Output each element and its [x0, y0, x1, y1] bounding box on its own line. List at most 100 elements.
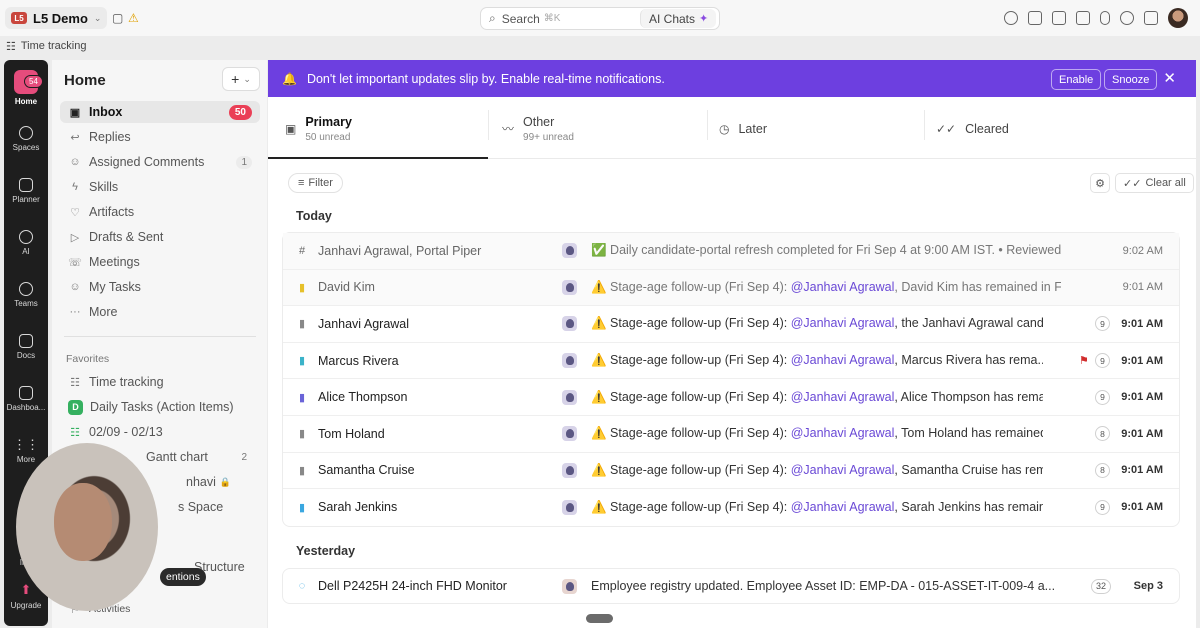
breadcrumb-label: Time tracking — [20, 40, 87, 52]
row-time: Sep 3 — [1133, 580, 1163, 592]
avatar — [562, 389, 577, 405]
rail-docs[interactable]: Docs — [4, 334, 48, 360]
clock-icon: ◷ — [719, 121, 730, 136]
alarm-icon[interactable] — [1120, 11, 1134, 25]
table-row[interactable]: # Janhavi Agrawal, Portal Piper ✅ Daily … — [283, 233, 1179, 270]
ai-chats-button[interactable]: AI Chats ✦ — [640, 9, 717, 28]
sidebar-item-more[interactable]: ··· More — [60, 301, 260, 323]
create-button[interactable]: + ⌄ — [222, 67, 260, 91]
rail-more[interactable]: ⋮⋮ More — [4, 438, 48, 465]
rail-home[interactable]: 54 Home — [4, 70, 48, 106]
notepad-icon[interactable] — [1052, 11, 1066, 25]
favorite-item-date-range[interactable]: ☷ 02/09 - 02/13 — [60, 421, 260, 443]
inbox-tabs: ▣ Primary 50 unread 〰 Other 99+ unread ◷… — [268, 98, 1196, 159]
inbox-tray-icon[interactable] — [1028, 11, 1042, 25]
tab-primary[interactable]: ▣ Primary 50 unread — [285, 98, 352, 159]
mention-link[interactable]: @Janhavi Agrawal — [791, 390, 895, 404]
sidebar-item-artifacts[interactable]: ♡ Artifacts — [60, 201, 260, 223]
avatar — [562, 316, 577, 332]
rail-ai[interactable]: AI — [4, 230, 48, 256]
clear-all-button[interactable]: ✓✓ Clear all — [1115, 173, 1194, 193]
tab-other[interactable]: 〰 Other 99+ unread — [502, 98, 574, 159]
settings-button[interactable]: ⚙ — [1090, 173, 1110, 193]
sidebar-item-my-tasks[interactable]: ☺ My Tasks — [60, 276, 260, 298]
webcam-overlay — [16, 443, 158, 611]
close-icon[interactable]: ✕ — [1163, 69, 1176, 87]
active-tab-indicator — [268, 157, 488, 159]
preview-text: ⚠️ Stage-age follow-up (Fri Sep 4): — [591, 316, 791, 331]
count-badge: 9 — [1095, 389, 1110, 405]
favorite-item-daily-tasks[interactable]: D Daily Tasks (Action Items) — [60, 396, 260, 418]
table-row[interactable]: ▮ David Kim ⚠️ Stage-age follow-up (Fri … — [283, 269, 1179, 307]
sidebar-item-inbox[interactable]: ▣ Inbox 50 — [60, 101, 260, 123]
table-row[interactable]: ▮ Tom Holand ⚠️ Stage-age follow-up (Fri… — [283, 416, 1179, 453]
row-preview: ⚠️ Stage-age follow-up (Fri Sep 4): @Jan… — [591, 316, 1043, 331]
clear-all-label: Clear all — [1145, 177, 1186, 189]
row-time: 9:01 AM — [1121, 501, 1163, 514]
preview-text: , the Janhavi Agrawal candi... — [894, 316, 1043, 331]
divider — [64, 336, 256, 337]
row-title: Dell P2425H 24-inch FHD Monitor — [318, 579, 507, 593]
preview-text: , Samantha Cruise has rema... — [894, 462, 1043, 477]
tab-later[interactable]: ◷ Later — [719, 98, 767, 159]
checklist-icon: ☷ — [70, 376, 80, 389]
row-time: 9:02 AM — [1122, 244, 1163, 257]
snooze-button[interactable]: Snooze — [1104, 69, 1158, 90]
sidebar-item-skills[interactable]: ϟ Skills — [60, 176, 260, 198]
row-preview: ⚠️ Stage-age follow-up (Fri Sep 4): @Jan… — [591, 463, 1043, 478]
warning-icon[interactable]: ⚠ — [128, 11, 139, 25]
notification-banner: 🔔 Don't let important updates slip by. E… — [268, 60, 1196, 97]
inbox-icon: ▣ — [69, 106, 81, 119]
table-row[interactable]: ▮ Samantha Cruise ⚠️ Stage-age follow-up… — [283, 453, 1179, 490]
sparkle-icon: ✦ — [699, 13, 709, 25]
sidebar-item-replies[interactable]: ↩ Replies — [60, 126, 260, 148]
rail-teams[interactable]: Teams — [4, 282, 48, 308]
favorite-item-time-tracking[interactable]: ☷ Time tracking — [60, 371, 260, 393]
row-preview: ⚠️ Stage-age follow-up (Fri Sep 4): @Jan… — [591, 500, 1043, 515]
mention-link[interactable]: @Janhavi Agrawal — [791, 500, 895, 514]
rail-label: Docs — [16, 351, 36, 360]
check-circle-icon[interactable] — [1004, 11, 1018, 25]
rail-label: AI — [22, 247, 30, 256]
tooltip: entions — [160, 568, 206, 586]
rail-planner[interactable]: Planner — [4, 178, 48, 204]
workspace-switcher[interactable]: L5 L5 Demo ⌄ — [5, 7, 108, 29]
mention-link[interactable]: @Janhavi Agrawal — [791, 353, 895, 367]
sidebar-title: Home — [64, 72, 106, 89]
row-time: 9:01 AM — [1121, 391, 1163, 404]
filter-button[interactable]: ≡ Filter — [288, 173, 343, 193]
resize-handle[interactable] — [586, 614, 613, 623]
table-row[interactable]: ▮ Sarah Jenkins ⚠️ Stage-age follow-up (… — [283, 489, 1179, 526]
sidebar-item-drafts-sent[interactable]: ▷ Drafts & Sent — [60, 226, 260, 248]
lightning-icon: ϟ — [72, 181, 78, 193]
calendar-icon[interactable]: ▢ — [112, 11, 123, 25]
mention-link[interactable]: @Janhavi Agrawal — [791, 280, 895, 294]
rail-spaces[interactable]: Spaces — [4, 126, 48, 152]
favorite-label: 02/09 - 02/13 — [89, 425, 163, 439]
rail-dashboards[interactable]: Dashboa... — [4, 386, 48, 412]
microphone-icon[interactable] — [1100, 11, 1110, 25]
mention-link[interactable]: @Janhavi Agrawal — [791, 316, 895, 330]
chevron-down-icon: ⌄ — [93, 12, 102, 23]
video-icon[interactable] — [1076, 11, 1090, 25]
table-row[interactable]: ▮ Janhavi Agrawal ⚠️ Stage-age follow-up… — [283, 306, 1179, 343]
mention-link[interactable]: @Janhavi Agrawal — [791, 426, 895, 440]
grid-apps-icon[interactable] — [1144, 11, 1158, 25]
user-avatar[interactable] — [1168, 8, 1188, 28]
sidebar-item-meetings[interactable]: ☏ Meetings — [60, 251, 260, 273]
table-row[interactable]: ▮ Marcus Rivera ⚠️ Stage-age follow-up (… — [283, 343, 1179, 380]
count-badge: 8 — [1095, 462, 1110, 478]
count-badge: 8 — [1095, 426, 1110, 442]
preview-text: , Alice Thompson has remai... — [894, 389, 1043, 404]
favorites-heading: Favorites — [66, 353, 110, 365]
divider — [707, 110, 708, 140]
row-preview: ⚠️ Stage-age follow-up (Fri Sep 4): @Jan… — [591, 426, 1043, 441]
mention-link[interactable]: @Janhavi Agrawal — [791, 463, 895, 477]
tab-cleared[interactable]: ✓✓ Cleared — [936, 98, 1009, 159]
table-row[interactable]: ▮ Alice Thompson ⚠️ Stage-age follow-up … — [283, 379, 1179, 416]
sidebar-item-assigned-comments[interactable]: ☺ Assigned Comments 1 — [60, 151, 260, 173]
breadcrumb[interactable]: ☷ Time tracking — [6, 38, 86, 54]
enable-button[interactable]: Enable — [1051, 69, 1102, 90]
avatar — [562, 462, 577, 478]
notification-list-today: # Janhavi Agrawal, Portal Piper ✅ Daily … — [282, 232, 1180, 527]
